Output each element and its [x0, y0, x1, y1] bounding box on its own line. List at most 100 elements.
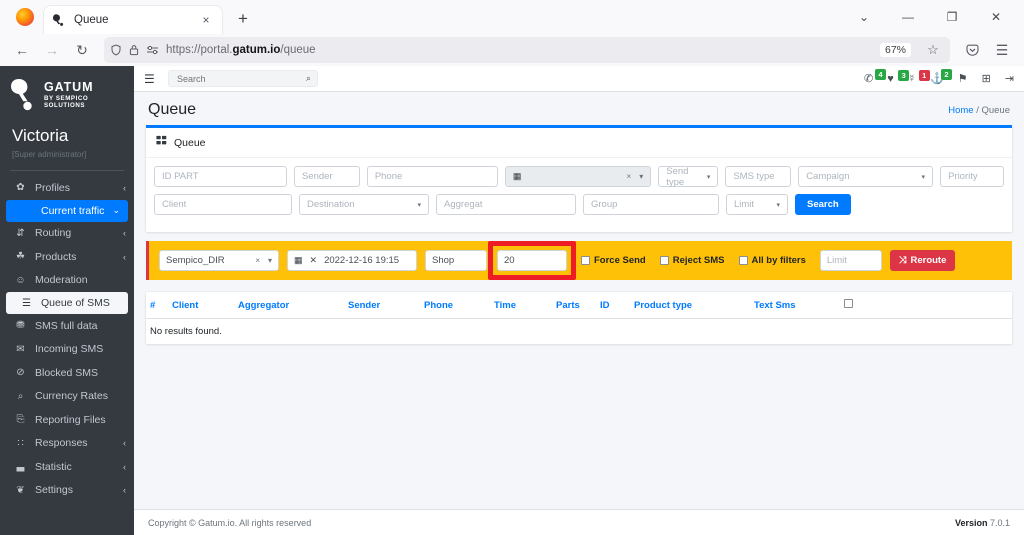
- chevron-icon[interactable]: ‹: [123, 462, 126, 472]
- date-caret-icon[interactable]: ▾: [639, 172, 643, 181]
- bookmark-star-icon[interactable]: ☆: [922, 39, 944, 61]
- column-header-client[interactable]: Client: [168, 292, 234, 319]
- sidebar-item-responses[interactable]: ∷ Responses ‹: [0, 432, 134, 456]
- reload-button[interactable]: ↻: [68, 36, 96, 64]
- sidebar-item-moderation[interactable]: ☺ Moderation: [0, 269, 134, 293]
- sidebar-item-settings[interactable]: ❦ Settings ‹: [0, 479, 134, 503]
- chevron-down-icon[interactable]: ▾: [922, 173, 926, 181]
- column-header-time[interactable]: Time: [490, 292, 552, 319]
- lock-icon[interactable]: [129, 44, 139, 56]
- client-select-caret-icon[interactable]: ▾: [268, 256, 272, 265]
- calendar-icon[interactable]: ▦: [513, 171, 522, 182]
- brand-block[interactable]: GATUM BY SEMPICO SOLUTIONS: [0, 66, 134, 122]
- sidebar-item-currency-rates[interactable]: ⌕ Currency Rates: [0, 385, 134, 409]
- permissions-icon[interactable]: [146, 45, 159, 55]
- sidebar-item-products[interactable]: ☘ Products ‹: [0, 245, 134, 269]
- address-bar[interactable]: https://portal.gatum.io/queue 67% ☆: [104, 37, 950, 63]
- zoom-level-indicator[interactable]: 67%: [879, 43, 911, 57]
- app-menu-button[interactable]: ☰: [988, 36, 1016, 64]
- user-icon[interactable]: ☿ 1: [908, 69, 930, 85]
- date-range-picker[interactable]: ▦ × ▾: [504, 166, 652, 187]
- chevron-icon[interactable]: ⌄: [112, 205, 120, 216]
- back-button[interactable]: ←: [8, 36, 36, 64]
- chevron-down-icon[interactable]: ▾: [776, 201, 780, 209]
- chevron-icon[interactable]: ‹: [123, 485, 126, 495]
- sidebar-item-sms-full-data[interactable]: ⛃ SMS full data: [0, 314, 134, 338]
- chevron-icon[interactable]: ‹: [123, 183, 126, 193]
- flag-icon[interactable]: ⚑: [958, 72, 968, 85]
- sidebar-item-queue-of-sms[interactable]: ☰ Queue of SMS: [6, 292, 128, 314]
- search-button[interactable]: Search: [795, 194, 851, 215]
- client-select-clear-icon[interactable]: ×: [255, 256, 260, 265]
- chevron-down-icon[interactable]: ▾: [707, 173, 711, 181]
- sidebar-item-routing[interactable]: ⇵ Routing ‹: [0, 222, 134, 246]
- campaign-select[interactable]: Campaign ▾: [798, 166, 934, 187]
- new-tab-button[interactable]: +: [230, 7, 256, 33]
- phone-input[interactable]: Phone: [366, 166, 498, 187]
- sms-type-input[interactable]: SMS type: [725, 166, 792, 187]
- group-input[interactable]: Group: [583, 194, 719, 215]
- checkbox-box[interactable]: [581, 256, 590, 265]
- checkbox-box[interactable]: [738, 256, 748, 265]
- tab-close-icon[interactable]: ×: [198, 12, 214, 28]
- datetime-clear-icon[interactable]: ✕: [310, 255, 318, 266]
- sidebar-item-current-traffic[interactable]: Current traffic ⌄: [6, 199, 128, 222]
- search-input[interactable]: [175, 72, 306, 85]
- checkbox-box[interactable]: [659, 256, 669, 265]
- maximize-button[interactable]: ❐: [930, 2, 974, 32]
- pocket-icon[interactable]: [958, 36, 986, 64]
- sidebar-item-profiles[interactable]: ✿ Profiles ‹: [0, 176, 134, 200]
- date-clear-icon[interactable]: ×: [627, 172, 632, 181]
- global-search[interactable]: ⌕: [168, 70, 318, 87]
- sidebar-item-blocked-sms[interactable]: ⊘ Blocked SMS: [0, 361, 134, 385]
- minimize-button[interactable]: —: [886, 2, 930, 32]
- browser-tab[interactable]: Queue ×: [44, 6, 222, 34]
- column-header-parts[interactable]: Parts: [552, 292, 596, 319]
- logout-icon[interactable]: ⇥: [1005, 72, 1014, 85]
- tab-list-chevron-icon[interactable]: ⌄: [842, 2, 886, 32]
- chevron-icon[interactable]: ‹: [123, 252, 126, 262]
- column-header-id[interactable]: ID: [596, 292, 630, 319]
- count-field[interactable]: 20: [497, 250, 567, 271]
- priority-input[interactable]: Priority: [940, 166, 1004, 187]
- column-header-sender[interactable]: Sender: [344, 292, 420, 319]
- chevron-icon[interactable]: ‹: [123, 438, 126, 448]
- sender-input[interactable]: Sender: [293, 166, 360, 187]
- client-input[interactable]: Client: [154, 194, 292, 215]
- datetime-field[interactable]: ▦ ✕ 2022-12-16 19:15: [287, 250, 417, 271]
- send-type-select[interactable]: Send type ▾: [658, 166, 719, 188]
- column-header--[interactable]: #: [146, 292, 168, 319]
- aggregat-input[interactable]: Aggregat: [436, 194, 576, 215]
- heart-icon[interactable]: ♥ 3: [887, 69, 910, 85]
- column-header-text-sms[interactable]: Text Sms: [750, 292, 840, 319]
- close-window-button[interactable]: ✕: [974, 2, 1018, 32]
- client-select[interactable]: Sempico_DIR × ▾: [159, 250, 279, 271]
- column-header-phone[interactable]: Phone: [420, 292, 490, 319]
- all-by-filters-checkbox[interactable]: All by filters: [738, 255, 806, 266]
- reroute-button[interactable]: ⤨ Reroute: [889, 250, 956, 271]
- sidebar-toggle-icon[interactable]: ☰: [144, 72, 158, 86]
- reject-sms-checkbox[interactable]: Reject SMS: [659, 255, 725, 266]
- sidebar-item-statistic[interactable]: ▃ Statistic ‹: [0, 455, 134, 479]
- forward-button[interactable]: →: [38, 36, 66, 64]
- chevron-down-icon[interactable]: ▾: [417, 201, 421, 209]
- search-icon[interactable]: ⌕: [306, 73, 311, 84]
- breadcrumb-home[interactable]: Home: [948, 105, 973, 116]
- anchor-icon[interactable]: ⚓ 2: [930, 69, 952, 85]
- force-send-checkbox[interactable]: Force Send: [581, 255, 646, 266]
- select-all-checkbox[interactable]: [840, 292, 1012, 319]
- megaphone-icon[interactable]: ✆ 4: [864, 69, 886, 85]
- id-part-input[interactable]: ID PART: [154, 166, 287, 187]
- column-header-product-type[interactable]: Product type: [630, 292, 750, 319]
- shield-icon[interactable]: [110, 44, 122, 56]
- limit-field[interactable]: Limit: [819, 250, 882, 271]
- checkbox-box[interactable]: [844, 299, 853, 308]
- column-header-aggregator[interactable]: Aggregator: [234, 292, 344, 319]
- destination-select[interactable]: Destination ▾: [299, 194, 429, 215]
- limit-select[interactable]: Limit ▾: [726, 194, 788, 215]
- chevron-icon[interactable]: ‹: [123, 228, 126, 238]
- sidebar-item-incoming-sms[interactable]: ✉ Incoming SMS: [0, 338, 134, 362]
- calendar-icon[interactable]: ▦: [294, 255, 303, 266]
- shop-field[interactable]: Shop: [425, 250, 487, 271]
- grid-icon[interactable]: ⊞: [982, 72, 991, 85]
